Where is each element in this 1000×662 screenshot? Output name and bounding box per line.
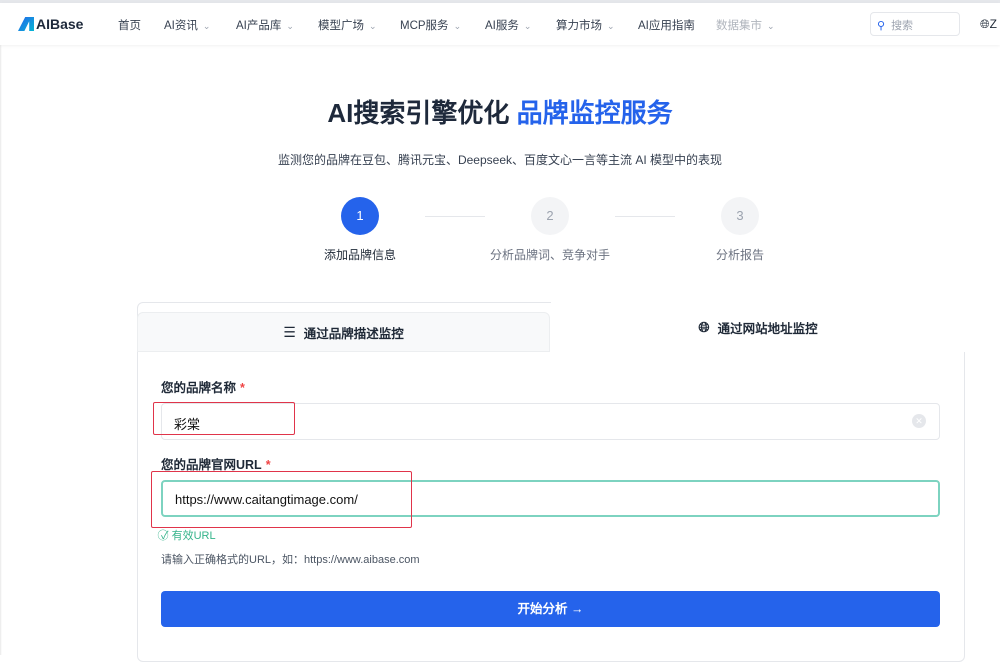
nav-item[interactable]: 数据集市 ⌄ <box>716 17 775 33</box>
search-icon: ⚲ <box>877 20 885 32</box>
nav-item[interactable]: AI资讯 ⌄ <box>164 17 210 33</box>
chevron-down-icon: ⌄ <box>369 21 377 31</box>
logo-mark-icon <box>18 17 34 31</box>
nav-item-label: AI产品库 <box>236 20 281 32</box>
step-3: 3 分析报告 <box>670 197 810 263</box>
step-divider <box>425 216 485 217</box>
top-nav: AIBase 首页AI资讯⌄AI产品库⌄模型广场⌄MCP服务⌄AI服务⌄算力市场… <box>0 3 1000 45</box>
step-number: 1 <box>341 197 379 235</box>
globe-icon: 🌐︎ <box>980 17 990 31</box>
nav-item[interactable]: AI应用指南 <box>638 17 695 33</box>
page-subtitle: 监测您的品牌在豆包、腾讯元宝、Deepseek、百度文心一言等主流 AI 模型中… <box>0 151 1000 168</box>
tab-label: 通过品牌描述监控 <box>304 323 404 342</box>
language-label: Z <box>990 17 997 31</box>
nav-item-label: 模型广场 <box>318 20 364 32</box>
step-label: 分析品牌词、竞争对手 <box>480 246 620 263</box>
step-2: 2 分析品牌词、竞争对手 <box>480 197 620 263</box>
nav-item-label: 首页 <box>118 20 141 32</box>
globe-icon: 🌐︎ <box>698 319 709 336</box>
check-circle-icon: ✓⃝ <box>161 530 172 542</box>
nav-item-label: AI资讯 <box>164 20 198 32</box>
logo-text: AIBase <box>36 16 83 32</box>
step-1: 1 添加品牌信息 <box>290 197 430 263</box>
language-button[interactable]: 🌐︎Z <box>980 17 997 32</box>
clear-icon[interactable]: ✕ <box>912 414 926 428</box>
nav-item[interactable]: 首页 <box>118 17 141 33</box>
chevron-down-icon: ⌄ <box>454 21 462 31</box>
nav-item-label: MCP服务 <box>400 20 449 32</box>
page-title: AI搜索引擎优化 品牌监控服务 <box>0 93 1000 130</box>
step-label: 添加品牌信息 <box>290 246 430 263</box>
tab-label: 通过网站地址监控 <box>718 318 818 337</box>
start-analysis-button[interactable]: 开始分析 → <box>161 591 940 627</box>
nav-item-label: AI应用指南 <box>638 20 695 32</box>
step-number: 3 <box>721 197 759 235</box>
chevron-down-icon: ⌄ <box>767 21 775 31</box>
list-search-icon: ☰ <box>283 324 296 341</box>
nav-item-label: AI服务 <box>485 20 519 32</box>
nav-item-label: 算力市场 <box>556 20 602 32</box>
search-placeholder: 搜索 <box>891 20 913 32</box>
brand-name-label: 您的品牌名称* <box>161 377 245 396</box>
search-input[interactable]: ⚲ 搜索 <box>870 12 960 36</box>
nav-item[interactable]: AI服务 ⌄ <box>485 17 531 33</box>
nav-item[interactable]: MCP服务 ⌄ <box>400 17 461 33</box>
nav-item-label: 数据集市 <box>716 20 762 32</box>
chevron-down-icon: ⌄ <box>524 21 532 31</box>
step-label: 分析报告 <box>670 246 810 263</box>
logo[interactable]: AIBase <box>18 16 83 32</box>
annotation-box <box>151 471 412 528</box>
chevron-down-icon: ⌄ <box>203 21 211 31</box>
step-divider <box>615 216 675 217</box>
url-hint: 请输入正确格式的URL，如：https://www.aibase.com <box>161 551 420 567</box>
tab-website-url[interactable]: 🌐︎ 通过网站地址监控 <box>551 302 965 352</box>
step-number: 2 <box>531 197 569 235</box>
nav-item[interactable]: 模型广场 ⌄ <box>318 17 377 33</box>
tab-brand-description[interactable]: ☰ 通过品牌描述监控 <box>137 312 550 352</box>
nav-item[interactable]: AI产品库 ⌄ <box>236 17 294 33</box>
nav-item[interactable]: 算力市场 ⌄ <box>556 17 615 33</box>
annotation-box <box>153 402 295 435</box>
valid-url-status: ✓⃝ 有效URL <box>161 527 216 543</box>
chevron-down-icon: ⌄ <box>607 21 615 31</box>
chevron-down-icon: ⌄ <box>286 21 294 31</box>
